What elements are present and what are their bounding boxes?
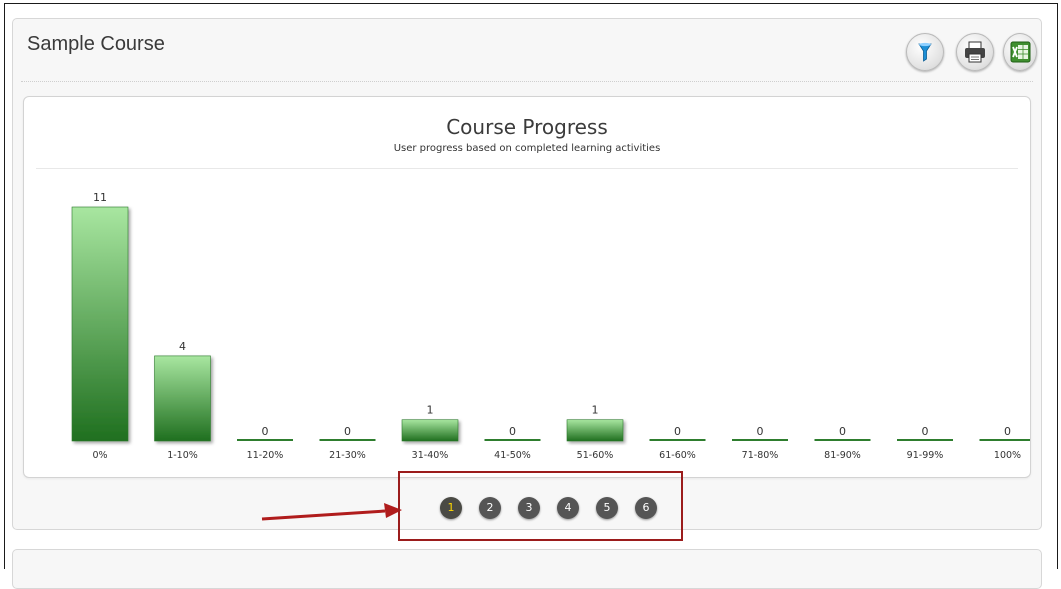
next-panel — [12, 549, 1042, 589]
pagination-highlight-box — [398, 471, 683, 541]
red-arrow-shaft — [261, 509, 386, 521]
